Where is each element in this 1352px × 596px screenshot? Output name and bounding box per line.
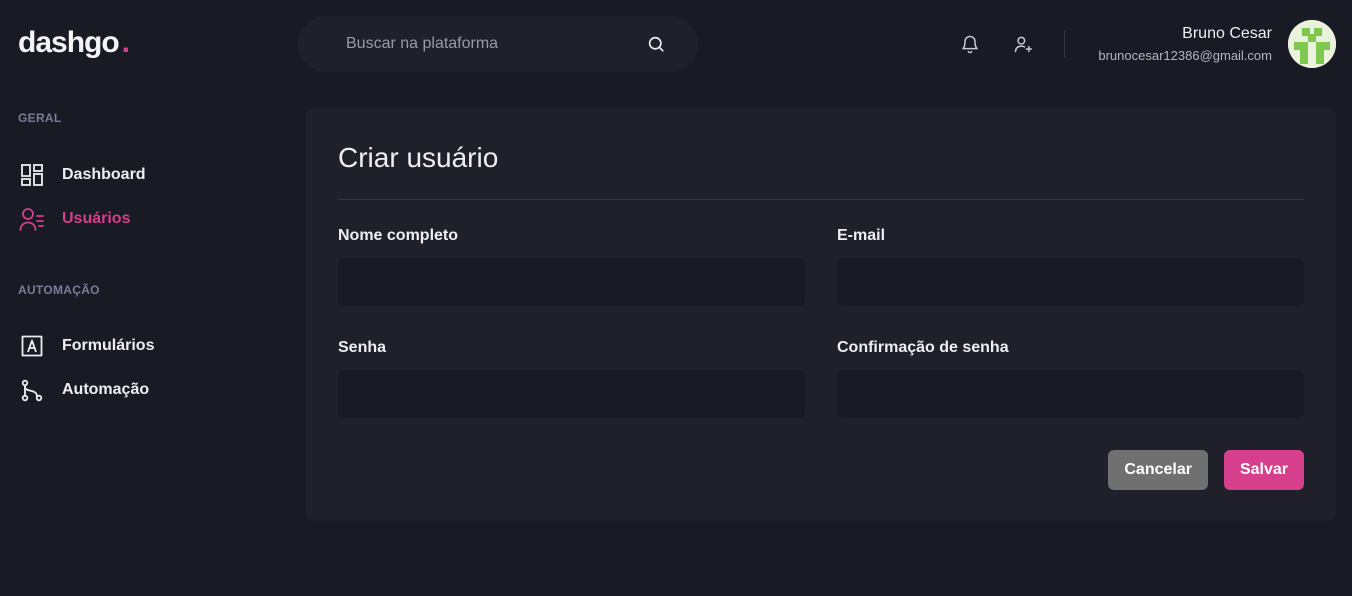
email-label: E-mail xyxy=(837,227,886,244)
save-button[interactable]: Salvar xyxy=(1223,450,1304,490)
user-email: brunocesar12386@gmail.com xyxy=(1098,48,1272,63)
title-divider xyxy=(338,199,1304,200)
header-actions xyxy=(958,32,1035,56)
form-actions: Cancelar Salvar xyxy=(338,450,1304,490)
create-user-card: Criar usuário Nome completo E-mail Senha… xyxy=(306,108,1336,521)
name-label: Nome completo xyxy=(338,227,459,244)
password-confirmation-input[interactable] xyxy=(837,370,1304,418)
sidebar-item-usuarios[interactable]: Usuários xyxy=(18,207,146,231)
name-input[interactable] xyxy=(338,258,805,306)
sidebar-item-label: Automação xyxy=(62,381,150,398)
search-icon[interactable] xyxy=(646,34,666,54)
form-icon xyxy=(18,332,46,360)
email-input[interactable] xyxy=(837,258,1304,306)
sidebar-item-dashboard[interactable]: Dashboard xyxy=(18,163,146,187)
avatar[interactable] xyxy=(1288,20,1336,68)
user-plus-icon[interactable] xyxy=(1011,32,1035,56)
sidebar-item-label: Formulários xyxy=(62,337,155,354)
search-bar xyxy=(298,16,698,72)
password-input[interactable] xyxy=(338,370,805,418)
nav-section-title: AUTOMAÇÃO xyxy=(18,283,100,297)
password-label: Senha xyxy=(338,339,387,356)
search-input[interactable] xyxy=(346,35,646,53)
page-title: Criar usuário xyxy=(338,142,499,173)
bell-icon[interactable] xyxy=(958,32,982,56)
password-field-group: Senha xyxy=(338,338,805,418)
sidebar-item-label: Dashboard xyxy=(62,166,146,183)
sidebar-item-formularios[interactable]: Formulários xyxy=(18,334,154,358)
password-confirmation-field-group: Confirmação de senha xyxy=(837,338,1304,418)
sidebar-item-label: Usuários xyxy=(62,210,131,227)
cancel-button[interactable]: Cancelar xyxy=(1108,450,1208,490)
header-divider xyxy=(1064,30,1065,58)
password-confirmation-label: Confirmação de senha xyxy=(837,339,1009,356)
nav-section-geral: GERAL Dashboard Usuários xyxy=(18,111,146,231)
dashboard-icon xyxy=(18,161,46,189)
user-name: Bruno Cesar xyxy=(1182,25,1272,42)
users-icon xyxy=(18,205,46,233)
app-logo[interactable]: dashgo. xyxy=(18,26,130,60)
nav-section-title: GERAL xyxy=(18,111,62,125)
user-info: Bruno Cesar brunocesar12386@gmail.com xyxy=(1098,24,1272,63)
logo-text: dashgo xyxy=(18,26,120,59)
nav-section-automacao: AUTOMAÇÃO Formulários Automação xyxy=(18,283,154,402)
form-grid: Nome completo E-mail Senha Confirmação d… xyxy=(338,226,1304,418)
git-branch-icon xyxy=(18,376,46,404)
logo-dot: . xyxy=(121,26,130,59)
sidebar-item-automacao[interactable]: Automação xyxy=(18,378,154,402)
name-field-group: Nome completo xyxy=(338,226,805,306)
email-field-group: E-mail xyxy=(837,226,1304,306)
